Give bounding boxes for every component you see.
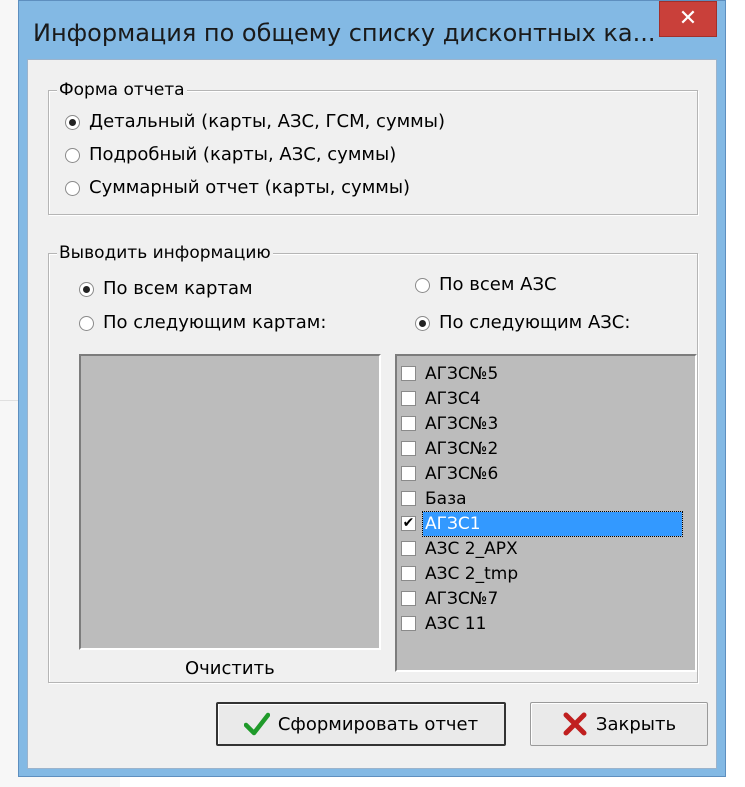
list-item[interactable]: АЗС 2_АРХ: [401, 537, 520, 561]
list-item[interactable]: ✔ АГЗС1: [401, 511, 683, 537]
stations-option-label: По всем АЗС: [439, 274, 557, 295]
cards-list[interactable]: [79, 354, 381, 650]
stations-list[interactable]: АГЗС№5 АГЗС4 АГЗС№3 АГЗС№2 АГЗС№6 База ✔…: [395, 354, 697, 672]
report-option-detailed[interactable]: Детальный (карты, АЗС, ГСМ, суммы): [65, 111, 445, 133]
report-option-label: Суммарный отчет (карты, суммы): [89, 177, 411, 198]
dialog-client-area: Форма отчета Детальный (карты, АЗС, ГСМ,…: [27, 59, 717, 769]
close-button-label: Закрыть: [595, 713, 677, 735]
list-item[interactable]: АГЗС№6: [401, 462, 500, 486]
station-label: АГЗС4: [425, 389, 481, 409]
cross-icon: [563, 712, 587, 736]
cards-option-following[interactable]: По следующим картам:: [79, 312, 326, 334]
checkbox[interactable]: [401, 590, 416, 606]
list-item[interactable]: АГЗС№7: [401, 587, 500, 611]
report-form-group: Форма отчета Детальный (карты, АЗС, ГСМ,…: [48, 80, 698, 215]
title-bar[interactable]: Информация по общему списку дисконтных к…: [19, 1, 725, 59]
dialog-window: Информация по общему списку дисконтных к…: [18, 0, 726, 777]
station-label: АЗС 2_tmp: [425, 564, 519, 584]
cards-option-label: По всем картам: [103, 278, 253, 299]
checkbox[interactable]: [401, 465, 416, 481]
stations-option-label: По следующим АЗС:: [439, 312, 631, 333]
radio-icon[interactable]: [65, 114, 80, 130]
station-label: АГЗС№6: [425, 464, 499, 484]
station-label: АЗС 11: [425, 614, 487, 634]
list-item[interactable]: АГЗС№2: [401, 437, 500, 461]
checkbox[interactable]: [401, 365, 416, 381]
report-option-extended[interactable]: Подробный (карты, АЗС, суммы): [65, 144, 396, 166]
report-option-label: Детальный (карты, АЗС, ГСМ, суммы): [89, 111, 445, 132]
report-option-summary[interactable]: Суммарный отчет (карты, суммы): [65, 177, 410, 199]
list-item[interactable]: АГЗС№5: [401, 362, 500, 386]
clear-label[interactable]: Очистить: [185, 658, 275, 679]
report-option-label: Подробный (карты, АЗС, суммы): [89, 144, 397, 165]
checkbox[interactable]: [401, 540, 416, 556]
stations-option-all[interactable]: По всем АЗС: [415, 274, 557, 296]
generate-report-button[interactable]: Сформировать отчет: [216, 702, 506, 746]
station-label: АГЗС№5: [425, 364, 499, 384]
cards-option-all[interactable]: По всем картам: [79, 278, 253, 300]
station-label: АГЗС1: [422, 511, 683, 537]
checkmark-icon: [243, 712, 270, 736]
close-icon: ✕: [678, 6, 698, 31]
station-label: АГЗС№2: [425, 439, 499, 459]
list-item[interactable]: АГЗС4: [401, 387, 483, 411]
stations-option-following[interactable]: По следующим АЗС:: [415, 312, 630, 334]
checkbox[interactable]: [401, 565, 416, 581]
window-title: Информация по общему списку дисконтных к…: [33, 19, 656, 47]
close-window-button[interactable]: ✕: [659, 1, 717, 37]
checkbox[interactable]: [401, 390, 416, 406]
cards-option-label: По следующим картам:: [103, 312, 327, 333]
checkbox[interactable]: [401, 440, 416, 456]
report-form-legend: Форма отчета: [57, 80, 187, 100]
radio-icon[interactable]: [79, 315, 94, 331]
radio-icon[interactable]: [65, 147, 80, 163]
radio-icon[interactable]: [79, 281, 94, 297]
radio-icon[interactable]: [415, 315, 430, 331]
checkbox[interactable]: [401, 490, 416, 506]
checkbox[interactable]: [401, 415, 416, 431]
radio-icon[interactable]: [65, 180, 80, 196]
checkbox[interactable]: [401, 615, 416, 631]
checkbox-checked[interactable]: ✔: [401, 515, 416, 531]
generate-report-label: Сформировать отчет: [277, 713, 479, 735]
list-item[interactable]: АЗС 11: [401, 612, 488, 636]
radio-icon[interactable]: [415, 277, 430, 293]
station-label: АГЗС№7: [425, 589, 499, 609]
output-info-legend: Выводить информацию: [57, 243, 273, 263]
list-item[interactable]: АГЗС№3: [401, 412, 500, 436]
station-label: База: [425, 489, 467, 509]
list-item[interactable]: База: [401, 487, 469, 511]
station-label: АЗС 2_АРХ: [425, 539, 518, 559]
station-label: АГЗС№3: [425, 414, 499, 434]
output-info-group: Выводить информацию По всем картам По сл…: [48, 243, 698, 683]
list-item[interactable]: АЗС 2_tmp: [401, 562, 520, 586]
close-button[interactable]: Закрыть: [530, 702, 708, 746]
